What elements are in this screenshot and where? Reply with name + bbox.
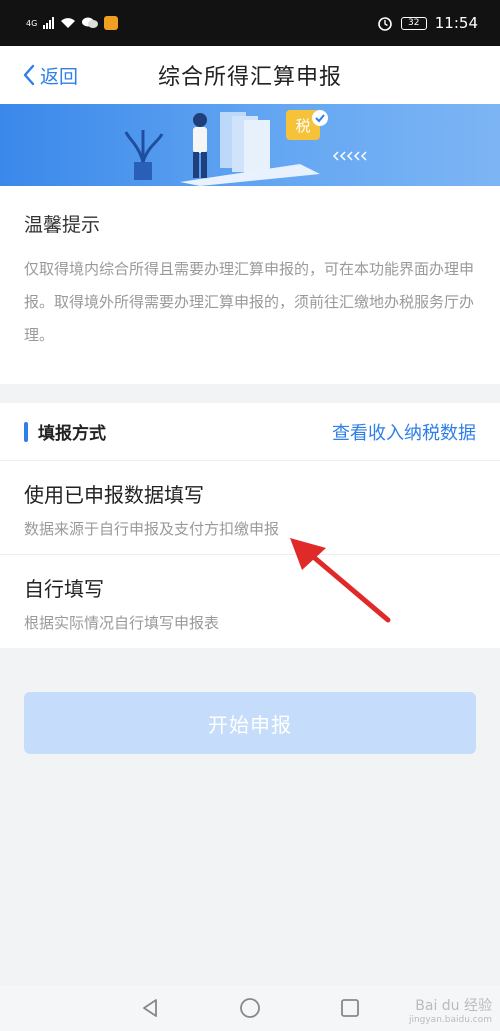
option-subtitle: 根据实际情况自行填写申报表 bbox=[24, 614, 220, 632]
signal-icon bbox=[43, 17, 55, 29]
banner-illustration: 税 bbox=[124, 110, 367, 186]
back-label: 返回 bbox=[40, 65, 79, 88]
method-title: 填报方式 bbox=[38, 424, 106, 444]
watermark: Bai du 经验 jingyan.baidu.com bbox=[409, 999, 492, 1027]
nav-bar: 返回 综合所得汇算申报 bbox=[0, 46, 500, 104]
status-left: 4G bbox=[26, 16, 119, 30]
watermark-brand: Bai du 经验 bbox=[415, 998, 492, 1014]
page-title: 综合所得汇算申报 bbox=[157, 65, 342, 90]
method-title-wrap: 填报方式 bbox=[24, 419, 106, 444]
chevron-left-icon bbox=[23, 64, 35, 86]
tax-badge-text: 税 bbox=[295, 117, 310, 135]
status-bar: 4G 32 11:54 bbox=[0, 0, 500, 46]
start-filing-button[interactable]: 开始申报 bbox=[24, 692, 476, 754]
system-nav-bar: Bai du 经验 jingyan.baidu.com bbox=[0, 985, 500, 1031]
option-title: 使用已申报数据填写 bbox=[24, 483, 204, 507]
option-self-fill[interactable]: 自行填写 根据实际情况自行填写申报表 bbox=[0, 554, 500, 647]
recents-square-icon[interactable] bbox=[339, 997, 361, 1019]
wifi-icon bbox=[61, 18, 76, 28]
filing-method-card: 填报方式 查看收入纳税数据 使用已申报数据填写 数据来源于自行申报及支付方扣缴申… bbox=[0, 403, 500, 648]
tax-badge: 税 bbox=[286, 110, 328, 140]
home-circle-icon[interactable] bbox=[239, 997, 261, 1019]
back-triangle-icon[interactable] bbox=[139, 997, 161, 1019]
documents-graphic bbox=[220, 112, 270, 176]
option-subtitle: 数据来源于自行申报及支付方扣缴申报 bbox=[24, 520, 280, 538]
notice-body: 仅取得境内综合所得且需要办理汇算申报的，可在本功能界面办理申报。取得境外所得需要… bbox=[24, 260, 475, 344]
network-type: 4G bbox=[26, 18, 38, 28]
notification-icon bbox=[104, 16, 119, 30]
person-figure bbox=[193, 113, 207, 178]
annotation-arrow bbox=[290, 538, 391, 623]
view-income-tax-data-link[interactable]: 查看收入纳税数据 bbox=[332, 419, 476, 445]
section-accent-bar bbox=[24, 421, 28, 442]
method-header: 填报方式 查看收入纳税数据 bbox=[0, 403, 500, 461]
status-right: 32 11:54 bbox=[377, 14, 478, 32]
watermark-url: jingyan.baidu.com bbox=[408, 1015, 492, 1025]
alarm-icon bbox=[377, 17, 392, 31]
clock: 11:54 bbox=[434, 14, 478, 32]
option-title: 自行填写 bbox=[24, 577, 104, 601]
plant-icon bbox=[124, 130, 164, 180]
option-use-filed-data[interactable]: 使用已申报数据填写 数据来源于自行申报及支付方扣缴申报 bbox=[0, 461, 500, 554]
battery-icon: 32 bbox=[400, 16, 427, 30]
chat-icon bbox=[82, 17, 99, 28]
banner: 税 bbox=[0, 104, 500, 186]
chevrons-decoration bbox=[332, 151, 367, 161]
notice-card: 温馨提示 仅取得境内综合所得且需要办理汇算申报的，可在本功能界面办理申报。取得境… bbox=[0, 186, 500, 384]
back-button[interactable]: 返回 bbox=[22, 46, 78, 104]
notice-title: 温馨提示 bbox=[24, 214, 101, 236]
